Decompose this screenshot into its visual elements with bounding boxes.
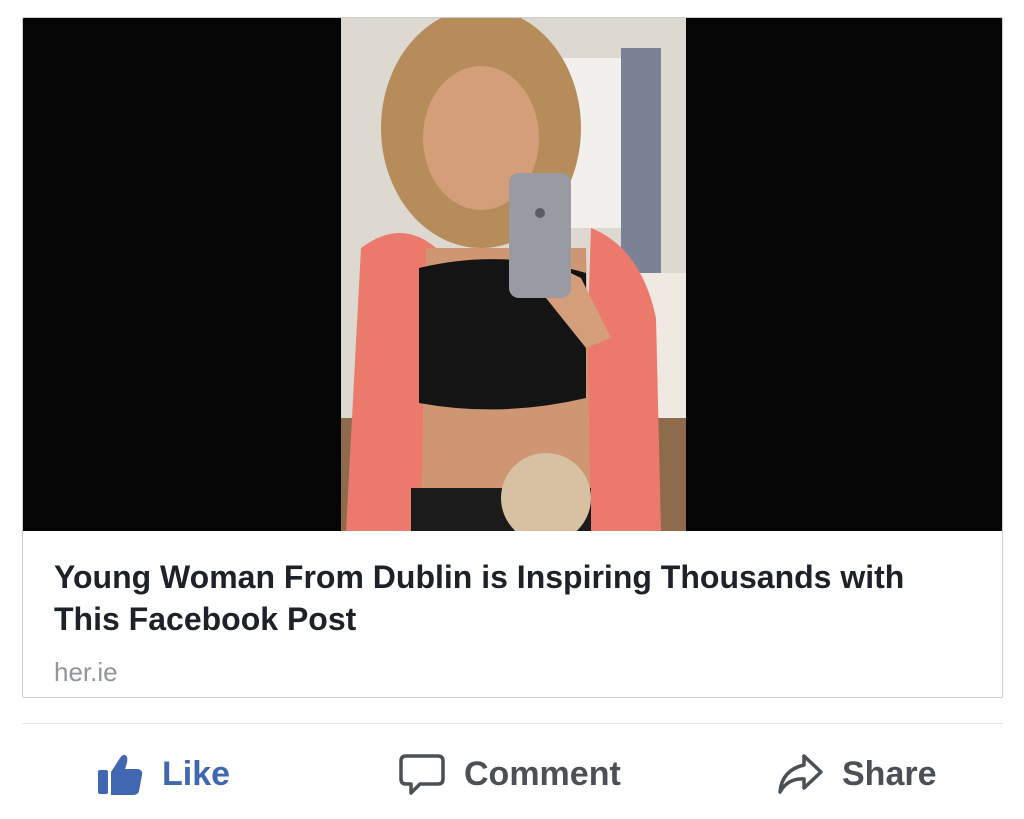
- link-domain: her.ie: [54, 657, 118, 687]
- comment-label: Comment: [464, 754, 621, 793]
- share-arrow-icon: [776, 750, 824, 798]
- thumbs-up-icon: [96, 750, 144, 798]
- selfie-photo-illustration: [341, 18, 686, 531]
- link-headline[interactable]: Young Woman From Dublin is Inspiring Tho…: [54, 556, 954, 640]
- speech-bubble-icon: [398, 750, 446, 798]
- like-label: Like: [162, 754, 231, 793]
- link-preview-media[interactable]: [23, 18, 1002, 531]
- like-button[interactable]: Like: [96, 750, 230, 798]
- comment-button[interactable]: Comment: [398, 750, 621, 798]
- post-action-bar: Like Comment Share: [0, 724, 1024, 819]
- link-preview-photo: [341, 18, 686, 531]
- share-label: Share: [842, 754, 937, 793]
- link-preview-caption[interactable]: Young Woman From Dublin is Inspiring Tho…: [23, 531, 1002, 697]
- link-preview-card[interactable]: Young Woman From Dublin is Inspiring Tho…: [22, 17, 1003, 698]
- share-button[interactable]: Share: [776, 750, 937, 798]
